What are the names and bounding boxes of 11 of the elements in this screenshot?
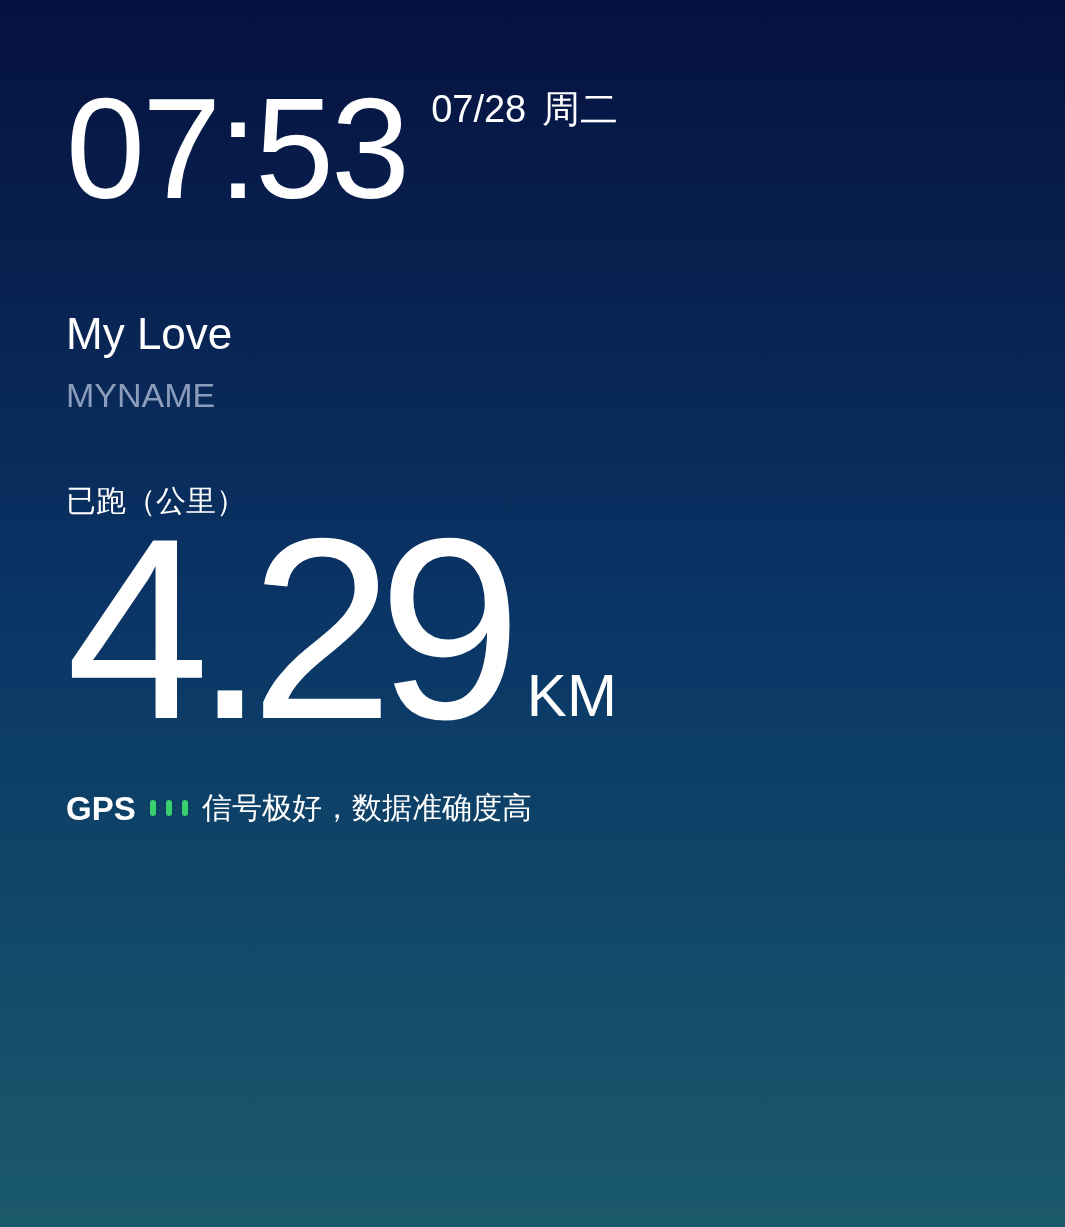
gps-status: 信号极好，数据准确度高 <box>201 793 532 824</box>
signal-bars-icon <box>147 799 190 818</box>
distance-unit: KM <box>526 665 617 726</box>
song-title: My Love <box>66 312 233 356</box>
gps-label: GPS <box>66 791 136 825</box>
date: 07/28 <box>431 90 527 128</box>
clock-time: 07:53 <box>66 78 408 220</box>
distance-label: 已跑（公里） <box>66 486 246 516</box>
artist-name: MYNAME <box>66 378 216 412</box>
weekday: 周二 <box>542 90 619 128</box>
distance-value: 4.29 <box>66 518 508 740</box>
